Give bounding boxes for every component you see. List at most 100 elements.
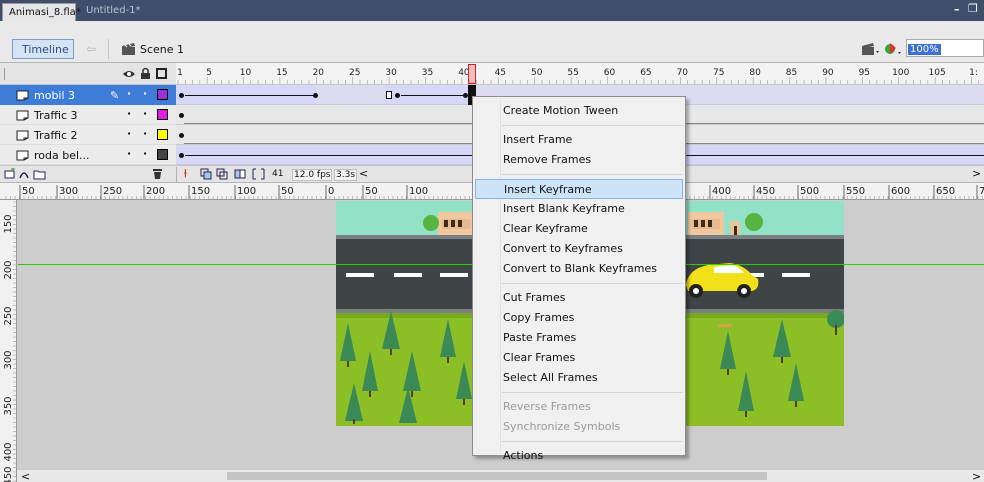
lock-icon[interactable] — [140, 67, 151, 83]
restore-button[interactable]: ❐ — [968, 2, 978, 15]
menu-icon-gutter — [500, 99, 501, 453]
layer-color-swatch[interactable] — [157, 149, 168, 160]
layer-row-roda[interactable]: roda bel... · · — [0, 145, 176, 165]
lock-dot[interactable]: · — [143, 87, 147, 100]
menu-item-convert-to-blank-keyframes[interactable]: Convert to Blank Keyframes — [502, 259, 683, 279]
horizontal-ruler-label: 250 — [103, 186, 122, 197]
panel-grip[interactable] — [4, 68, 5, 80]
menu-item-convert-to-keyframes[interactable]: Convert to Keyframes — [502, 239, 683, 259]
layer-row-traffic2[interactable]: Traffic 2 · · — [0, 125, 176, 145]
layer-color-swatch[interactable] — [157, 129, 168, 140]
onion-skin-outline-icon[interactable] — [216, 168, 229, 183]
lock-dot[interactable]: · — [143, 107, 147, 120]
edit-multiple-frames-icon[interactable] — [234, 168, 247, 183]
frame-ruler-label: 75 — [713, 68, 724, 78]
lock-dot[interactable]: · — [143, 147, 147, 160]
frame-ruler-label: 5 — [206, 68, 212, 78]
frame-ruler-label: 55 — [567, 68, 578, 78]
tween-arrow — [185, 95, 313, 96]
horizontal-ruler-label: 200 — [146, 186, 165, 197]
tab-untitled-label: Untitled-1* — [86, 5, 141, 16]
scroll-left-arrow-icon[interactable]: < — [21, 470, 30, 482]
vertical-ruler-label: 400 — [3, 442, 14, 461]
visibility-dot[interactable]: · — [127, 107, 131, 120]
frame-ruler-label: 45 — [495, 68, 506, 78]
layer-color-swatch[interactable] — [157, 109, 168, 120]
horizontal-ruler-label: 450 — [756, 186, 775, 197]
center-frame-icon[interactable]: ⍿ — [184, 167, 187, 181]
menu-item-create-motion-tween[interactable]: Create Motion Tween — [502, 101, 683, 121]
horizontal-ruler-label: 400 — [712, 186, 731, 197]
timeline-toggle-button[interactable]: Timeline — [12, 39, 74, 59]
menu-item-cut-frames[interactable]: Cut Frames — [502, 288, 683, 308]
visibility-dot[interactable]: · — [127, 147, 131, 160]
layer-color-swatch[interactable] — [157, 89, 168, 100]
edit-scene-icon[interactable] — [884, 41, 904, 60]
vertical-ruler-label: 300 — [3, 350, 14, 369]
minimize-button[interactable]: – — [954, 3, 960, 16]
new-layer-icon[interactable] — [4, 167, 16, 183]
vertical-ruler-label: 450 — [3, 466, 14, 482]
horizontal-ruler-label: 300 — [59, 186, 78, 197]
horizontal-ruler-label: 50 — [281, 186, 294, 197]
layer-name: Traffic 2 — [34, 129, 78, 142]
frame-ruler-label: 20 — [313, 68, 325, 78]
menu-item-select-all-frames[interactable]: Select All Frames — [502, 368, 683, 388]
zoom-field[interactable]: 100% — [906, 39, 984, 57]
frame-ruler[interactable]: 1 5 10 15 20 25 30 35 40 45 50 55 60 65 70 75 80 85 90 95 10… — [176, 63, 984, 85]
vertical-ruler-label: 350 — [3, 396, 14, 415]
keyframe-dot — [179, 153, 184, 158]
frame-ruler-label: 65 — [640, 68, 651, 78]
horizontal-ruler-label: 50 — [22, 186, 35, 197]
vertical-ruler-label: 200 — [3, 260, 14, 279]
trash-icon[interactable] — [152, 168, 163, 183]
menu-item-remove-frames[interactable]: Remove Frames — [502, 150, 683, 170]
scroll-right-arrow-icon[interactable]: > — [972, 470, 981, 482]
motion-guide-icon[interactable] — [18, 168, 30, 183]
left-arrow-icon[interactable]: ⇦ — [86, 42, 96, 56]
menu-item-paste-frames[interactable]: Paste Frames — [502, 328, 683, 348]
frame-ruler-label: 95 — [859, 68, 870, 78]
tween-arrow — [401, 95, 463, 96]
scroll-thumb[interactable] — [227, 472, 767, 480]
playhead[interactable] — [468, 64, 476, 84]
elapsed-time: 3.3s — [334, 169, 358, 181]
frame-rate[interactable]: 12.0 fps — [292, 169, 333, 181]
visibility-dot[interactable]: · — [127, 87, 131, 100]
layer-row-traffic3[interactable]: Traffic 3 · · — [0, 105, 176, 125]
tab-animasi[interactable]: Animasi_8.fla* — [2, 3, 81, 21]
menu-separator — [502, 174, 683, 175]
menu-item-copy-frames[interactable]: Copy Frames — [502, 308, 683, 328]
tab-untitled[interactable]: Untitled-1* — [86, 5, 141, 21]
menu-item-insert-blank-keyframe[interactable]: Insert Blank Keyframe — [502, 199, 683, 219]
new-folder-icon[interactable] — [33, 168, 46, 183]
vertical-ruler: 150 200 250 300 350 400 450 — [0, 200, 17, 482]
zoom-value: 100% — [908, 44, 941, 55]
frame-ruler-label: 35 — [422, 68, 433, 78]
frame-ruler-label: 60 — [604, 68, 616, 78]
menu-item-clear-frames[interactable]: Clear Frames — [502, 348, 683, 368]
scroll-right-icon[interactable]: > — [972, 167, 981, 180]
menu-item-insert-keyframe[interactable]: Insert Keyframe — [475, 179, 683, 199]
edit-symbols-icon[interactable] — [861, 42, 881, 59]
vertical-divider — [108, 39, 109, 59]
layer-icon — [16, 110, 29, 124]
scroll-left-icon[interactable]: < — [359, 167, 368, 180]
current-frame: 41 — [272, 169, 284, 179]
outline-icon[interactable] — [156, 68, 167, 79]
clapper-icon — [121, 42, 137, 59]
eye-icon[interactable] — [122, 68, 136, 83]
frame-ruler-label: 15 — [276, 68, 287, 78]
frame-ruler-ticks: 1 5 10 15 20 25 30 35 40 45 50 55 60 65 70 75 80 85 90 95 10… — [177, 68, 980, 84]
menu-item-actions[interactable]: Actions — [502, 446, 683, 466]
modify-onion-markers-icon[interactable] — [252, 168, 265, 183]
layer-row-mobil3[interactable]: mobil 3 ✎ · · — [0, 85, 176, 105]
horizontal-scrollbar[interactable]: < > — [17, 469, 984, 482]
menu-item-clear-keyframe[interactable]: Clear Keyframe — [502, 219, 683, 239]
lock-dot[interactable]: · — [143, 127, 147, 140]
scene-label[interactable]: Scene 1 — [140, 43, 184, 56]
onion-skin-icon[interactable] — [200, 168, 213, 183]
visibility-dot[interactable]: · — [127, 127, 131, 140]
menu-separator — [502, 392, 683, 393]
menu-item-insert-frame[interactable]: Insert Frame — [502, 130, 683, 150]
